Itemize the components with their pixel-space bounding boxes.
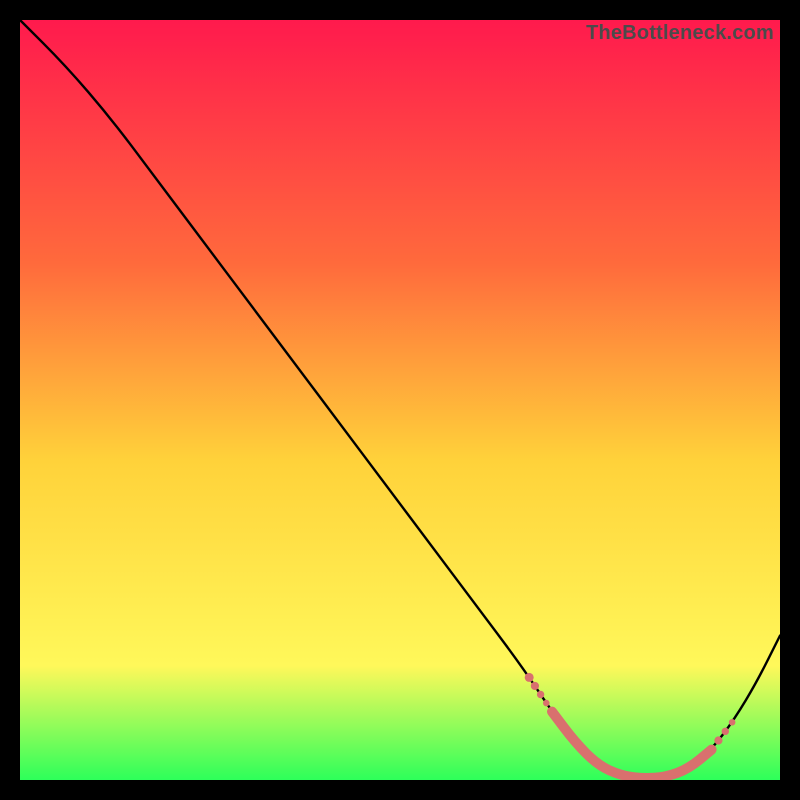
accent-dot <box>729 719 736 726</box>
watermark-text: TheBottleneck.com <box>586 22 774 45</box>
accent-dot <box>525 673 534 682</box>
plot-background <box>20 20 780 780</box>
chart-svg <box>20 20 780 780</box>
accent-dot <box>707 745 716 754</box>
chart-frame: TheBottleneck.com <box>20 20 780 780</box>
accent-dot <box>722 728 729 735</box>
accent-dot <box>531 682 539 690</box>
accent-dot <box>543 700 550 707</box>
accent-dot <box>537 691 544 698</box>
accent-dot <box>714 736 722 744</box>
